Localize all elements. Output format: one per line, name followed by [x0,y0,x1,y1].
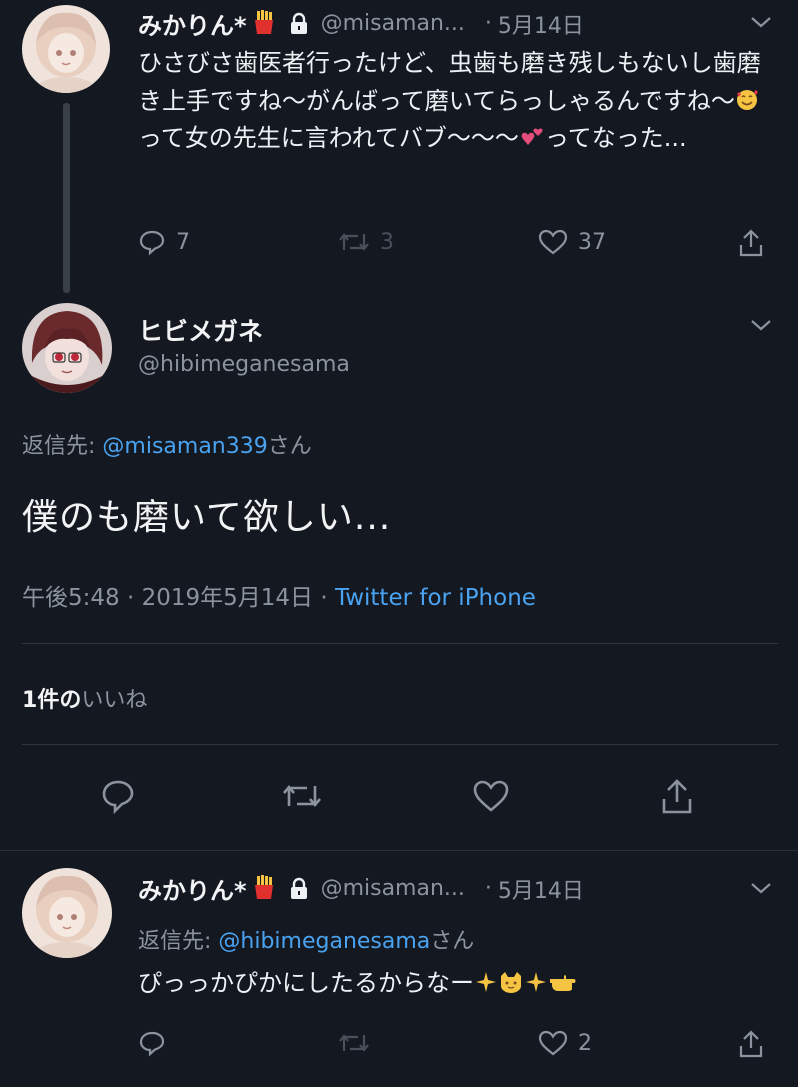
display-name[interactable]: みかりん* [138,6,247,41]
display-name[interactable]: ヒビメガネ [138,312,263,348]
tweet-focused[interactable]: ヒビメガネ @hibimeganesama 返信先: @misaman339さん… [0,300,798,850]
timestamp[interactable]: 5月14日 [498,873,584,905]
tweet-text: 僕のも磨いて欲しい... [22,497,392,538]
tweet-header: みかりん* @misaman... · 5月14日 [138,6,584,41]
tweet-actions: 2 [138,1029,778,1065]
lock-icon [287,877,311,901]
fries-icon [251,874,277,903]
reply-count: 7 [176,229,190,255]
retweet-button[interactable] [281,778,323,818]
retweet-icon [283,784,321,808]
time[interactable]: 午後5:48 [22,585,120,611]
tweet-text: ぴっっかぴかにしたるからなー [138,965,763,1003]
handle[interactable]: @hibimeganesama [138,352,350,377]
smiling-face-with-hearts-icon [735,88,759,114]
pointing-hand-icon [548,970,578,996]
reply-context: 返信先: @hibimeganesamaさん [138,929,475,954]
separator: · [484,876,492,901]
share-icon [739,229,763,257]
like-count: 37 [578,229,606,255]
avatar[interactable] [22,868,112,958]
chevron-down-icon[interactable] [750,318,772,332]
retweet-icon [339,1034,369,1052]
tweet-parent[interactable]: みかりん* @misaman... · 5月14日 ひさびさ歯医者行ったけど、虫… [0,0,798,300]
retweet-button[interactable] [338,1029,380,1057]
source-link[interactable]: Twitter for iPhone [335,585,536,611]
two-hearts-icon [519,125,545,151]
share-icon [662,779,692,814]
share-button[interactable] [660,778,694,820]
full-date[interactable]: 2019年5月14日 [142,585,313,611]
share-button[interactable] [738,228,764,258]
tweet-text: ひさびさ歯医者行ったけど、虫歯も磨き残しもないし歯磨き上手ですね〜がんばって磨い… [138,49,761,152]
heart-icon [473,780,509,812]
heart-icon [538,1030,568,1056]
reply-button[interactable] [100,778,136,818]
heart-icon [538,229,568,255]
sparkles-icon [474,970,498,996]
like-count: 2 [578,1030,592,1056]
tweet-actions: 7 3 37 [138,228,778,264]
reply-button[interactable] [138,1029,176,1057]
divider [22,744,778,745]
retweet-count: 3 [380,229,394,255]
reply-icon [102,780,134,815]
timestamp[interactable]: 5月14日 [498,8,584,40]
reply-context: 返信先: @misaman339さん [22,434,312,459]
share-icon [739,1030,763,1058]
chevron-down-icon[interactable] [750,881,772,895]
thread-line [63,103,70,293]
avatar[interactable] [22,5,110,93]
handle[interactable]: @misaman... [321,11,465,36]
mention-link[interactable]: @misaman339 [102,434,267,459]
retweet-icon [339,233,369,251]
like-button[interactable]: 37 [538,228,606,256]
retweet-button[interactable]: 3 [338,228,394,256]
share-button[interactable] [738,1029,764,1059]
cat-face-icon [498,970,524,996]
likes-summary[interactable]: 1件のいいね [22,682,147,714]
tweet-header: みかりん* @misaman... · 5月14日 [138,871,584,906]
reply-icon [139,230,165,256]
like-button[interactable] [472,778,510,818]
display-name[interactable]: みかりん* [138,871,247,906]
reply-icon [139,1031,165,1057]
lock-icon [287,12,311,36]
avatar[interactable] [22,303,112,393]
handle[interactable]: @misaman... [321,876,465,901]
sparkles-icon [524,970,548,996]
fries-icon [251,9,277,38]
tweet-reply[interactable]: みかりん* @misaman... · 5月14日 返信先: @hibimega… [0,850,798,1087]
reply-button[interactable]: 7 [138,228,190,256]
separator: · [484,11,492,36]
like-button[interactable]: 2 [538,1029,592,1057]
mention-link[interactable]: @hibimeganesama [218,929,430,954]
tweet-actions [0,778,798,818]
tweet-meta: 午後5:48 · 2019年5月14日 · Twitter for iPhone [22,585,536,611]
chevron-down-icon[interactable] [750,15,772,29]
divider [22,643,778,644]
